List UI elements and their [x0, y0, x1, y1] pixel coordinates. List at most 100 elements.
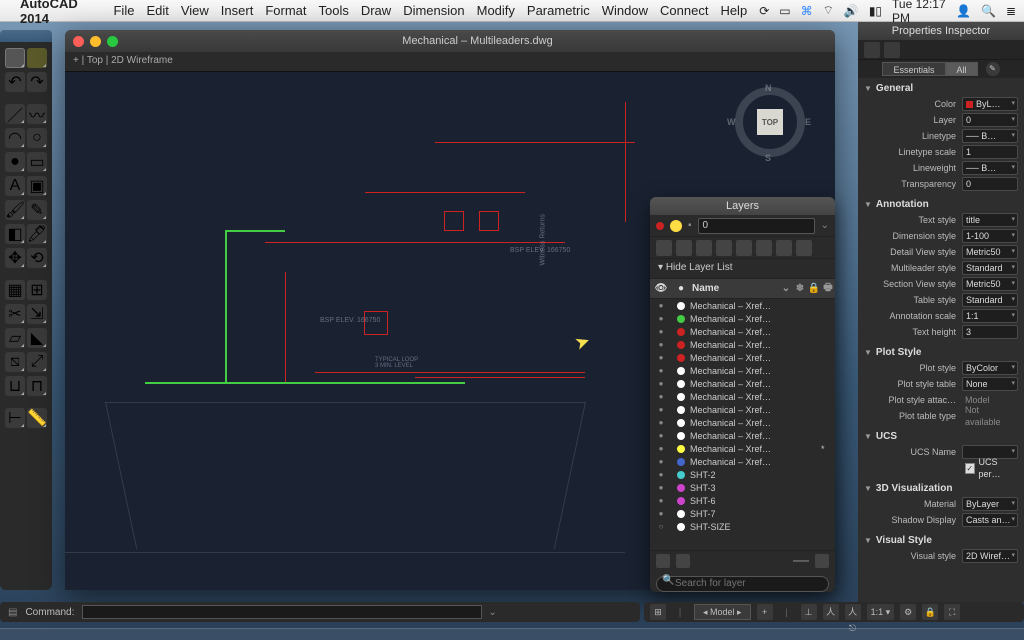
view-breadcrumb[interactable]: + | Top | 2D Wireframe — [65, 52, 835, 72]
tool-fillet[interactable]: ◣ — [27, 328, 47, 348]
tool-ellipse[interactable]: ● — [5, 152, 25, 172]
edit-icon[interactable]: ✎ — [986, 62, 1000, 76]
prop-value[interactable]: ── B…▾ — [962, 161, 1018, 175]
prop-value[interactable]: Standard▾ — [962, 261, 1018, 275]
layer-state-4-icon[interactable] — [716, 240, 732, 256]
status-scale[interactable]: 1:1 ▾ — [867, 604, 895, 620]
layer-state-3-icon[interactable] — [696, 240, 712, 256]
seg-all[interactable]: All — [946, 62, 978, 76]
layers-list[interactable]: ●Mechanical – Xref…●Mechanical – Xref…●M… — [650, 299, 835, 550]
tool-rectangle[interactable]: ▭ — [27, 152, 47, 172]
header-freeze-icon[interactable]: ❄ — [793, 283, 807, 294]
layer-collapse-icon[interactable]: — — [793, 552, 809, 570]
menu-draw[interactable]: Draw — [361, 3, 391, 18]
layer-state-6-icon[interactable] — [756, 240, 772, 256]
layer-sun-icon[interactable] — [670, 220, 682, 232]
tool-polyline[interactable]: 〰 — [27, 104, 47, 124]
tool-text[interactable]: A — [5, 176, 25, 196]
layer-row[interactable]: ●Mechanical – Xref… — [650, 364, 835, 377]
tool-hatch[interactable] — [27, 48, 47, 68]
prop-value[interactable]: ── B…▾ — [962, 129, 1018, 143]
layer-group-icon[interactable] — [676, 554, 690, 568]
status-battery-icon[interactable]: ▮▯ — [869, 4, 882, 18]
section-ucs[interactable]: UCS — [876, 431, 897, 442]
status-gear-icon[interactable]: ⚙ — [900, 604, 916, 620]
layer-state-8-icon[interactable] — [796, 240, 812, 256]
header-sort-icon[interactable]: ⌄ — [779, 283, 793, 294]
tool-brush[interactable]: 🖊 — [27, 224, 47, 244]
palette-grip[interactable] — [0, 30, 52, 42]
layer-row[interactable]: ●SHT-6 — [650, 494, 835, 507]
window-titlebar[interactable]: Mechanical – Multileaders.dwg — [65, 30, 835, 52]
layer-state-7-icon[interactable] — [776, 240, 792, 256]
tool-join[interactable]: ⊔ — [5, 376, 25, 396]
tool-paint[interactable]: 🖌 — [5, 200, 25, 220]
viewcube-face[interactable]: TOP — [757, 109, 783, 135]
command-history-icon[interactable]: ▤ — [8, 607, 17, 618]
tool-arc[interactable]: ◠ — [5, 128, 25, 148]
layers-title[interactable]: Layers — [650, 197, 835, 215]
tool-circle[interactable]: ○ — [27, 128, 47, 148]
layer-row[interactable]: ●SHT-3 — [650, 481, 835, 494]
props-tab-2-icon[interactable] — [884, 42, 900, 58]
tool-array[interactable]: ▦ — [5, 280, 25, 300]
hide-layer-list-toggle[interactable]: ▾ Hide Layer List — [650, 259, 835, 279]
prop-value[interactable]: ByColor▾ — [962, 361, 1018, 375]
layer-lock-icon[interactable]: ▪ — [688, 220, 692, 231]
status-expand-icon[interactable]: ⛶ — [944, 604, 960, 620]
section-3d-vis[interactable]: 3D Visualization — [876, 483, 953, 494]
menubar-clock[interactable]: Tue 12:17 PM — [892, 0, 946, 25]
close-window-icon[interactable] — [73, 36, 84, 47]
section-visual-style[interactable]: Visual Style — [876, 535, 932, 546]
layer-row[interactable]: ●Mechanical – Xref… — [650, 338, 835, 351]
layer-row[interactable]: ●Mechanical – Xref… — [650, 455, 835, 468]
menu-view[interactable]: View — [181, 3, 209, 18]
prop-value[interactable]: title▾ — [962, 213, 1018, 227]
status-ortho-icon[interactable]: ⊥ — [801, 604, 817, 620]
header-lock-icon[interactable]: 🔒 — [807, 283, 821, 294]
tool-rotate[interactable]: ⟲ — [27, 248, 47, 268]
prop-value[interactable]: 0▾ — [962, 113, 1018, 127]
layer-row[interactable]: ●Mechanical – Xref… — [650, 351, 835, 364]
viewcube[interactable]: TOP N E S W — [735, 87, 805, 157]
layer-row[interactable]: ●SHT-2 — [650, 468, 835, 481]
prop-value[interactable]: None▾ — [962, 377, 1018, 391]
layer-state-2-icon[interactable] — [676, 240, 692, 256]
layer-settings-icon[interactable] — [815, 554, 829, 568]
layer-row[interactable]: ○SHT-SIZE — [650, 520, 835, 533]
prop-value[interactable]: 2D Wiref…▾ — [962, 549, 1018, 563]
layer-row[interactable]: ●Mechanical – Xref… — [650, 416, 835, 429]
tool-undo[interactable]: ↶ — [5, 72, 25, 92]
command-dropdown-icon[interactable]: ⌄ — [488, 607, 496, 618]
tool-move[interactable]: ✥ — [5, 248, 25, 268]
layer-row[interactable]: ●Mechanical – Xref… — [650, 299, 835, 312]
prop-value[interactable]: Standard▾ — [962, 293, 1018, 307]
status-snap-icon[interactable]: ⊞ — [650, 604, 666, 620]
header-visibility-icon[interactable]: 👁 — [650, 283, 672, 294]
spotlight-icon[interactable]: 🔍 — [981, 4, 996, 18]
section-annotation[interactable]: Annotation — [876, 199, 929, 210]
app-name[interactable]: AutoCAD 2014 — [20, 0, 103, 26]
menu-connect[interactable]: Connect — [660, 3, 708, 18]
layer-row[interactable]: ●Mechanical – Xref… — [650, 312, 835, 325]
zoom-window-icon[interactable] — [107, 36, 118, 47]
tool-scale[interactable]: ⤢ — [27, 352, 47, 372]
tool-offset[interactable]: ▱ — [5, 328, 25, 348]
status-volume-icon[interactable]: 🔊 — [844, 4, 859, 18]
status-user-icon[interactable]: 👤 — [956, 4, 971, 18]
menu-modify[interactable]: Modify — [477, 3, 515, 18]
prop-value[interactable]: Metric50▾ — [962, 245, 1018, 259]
prop-value[interactable]: Metric50▾ — [962, 277, 1018, 291]
menu-edit[interactable]: Edit — [146, 3, 168, 18]
tool-break[interactable]: ⊓ — [27, 376, 47, 396]
tool-trim[interactable]: ✂ — [5, 304, 25, 324]
notification-center-icon[interactable]: ≣ — [1006, 4, 1016, 18]
tool-extend[interactable]: ⇲ — [27, 304, 47, 324]
layer-row[interactable]: ●Mechanical – Xref…* — [650, 442, 835, 455]
seg-essentials[interactable]: Essentials — [882, 62, 945, 76]
prop-value[interactable]: 1-100▾ — [962, 229, 1018, 243]
section-plot[interactable]: Plot Style — [876, 347, 922, 358]
minimize-window-icon[interactable] — [90, 36, 101, 47]
tool-redo[interactable]: ↷ — [27, 72, 47, 92]
menu-window[interactable]: Window — [602, 3, 648, 18]
